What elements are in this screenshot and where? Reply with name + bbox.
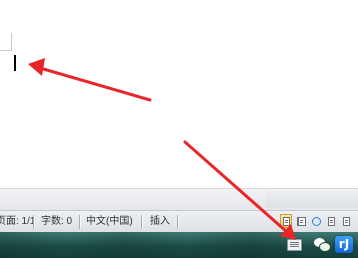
status-page-count[interactable]: 页面: 1/1	[0, 215, 35, 229]
margin-corner-mark	[0, 33, 12, 51]
draft-view-button[interactable]	[340, 214, 352, 228]
status-insert-mode[interactable]: 插入	[150, 215, 170, 229]
document-area[interactable]	[0, 0, 358, 188]
outline-icon	[328, 217, 335, 226]
taskbar: rJ	[0, 232, 358, 258]
print-layout-view-button[interactable]	[280, 214, 292, 228]
print-layout-icon	[283, 217, 290, 226]
status-bar: 页面: 1/1 字数: 0 中文(中国) 插入	[0, 210, 358, 234]
draft-icon	[343, 217, 350, 226]
scroll-zone[interactable]	[266, 191, 358, 208]
status-language[interactable]: 中文(中国)	[86, 215, 133, 229]
full-screen-reading-view-button[interactable]	[295, 214, 307, 228]
status-separator	[33, 215, 35, 229]
status-separator	[79, 215, 81, 229]
ime-icon[interactable]: rJ	[335, 236, 353, 253]
web-layout-view-button[interactable]	[310, 214, 322, 228]
web-layout-icon	[312, 217, 321, 226]
status-separator	[177, 215, 179, 229]
status-separator	[141, 215, 143, 229]
outline-view-button[interactable]	[325, 214, 337, 228]
text-cursor	[14, 55, 16, 71]
wechat-bubble	[319, 242, 331, 252]
status-word-count[interactable]: 字数: 0	[41, 215, 72, 229]
keyboard-icon[interactable]	[287, 239, 302, 251]
horizontal-scroll-band	[0, 188, 358, 211]
wechat-icon[interactable]	[314, 237, 331, 252]
full-screen-reading-icon	[297, 217, 306, 226]
